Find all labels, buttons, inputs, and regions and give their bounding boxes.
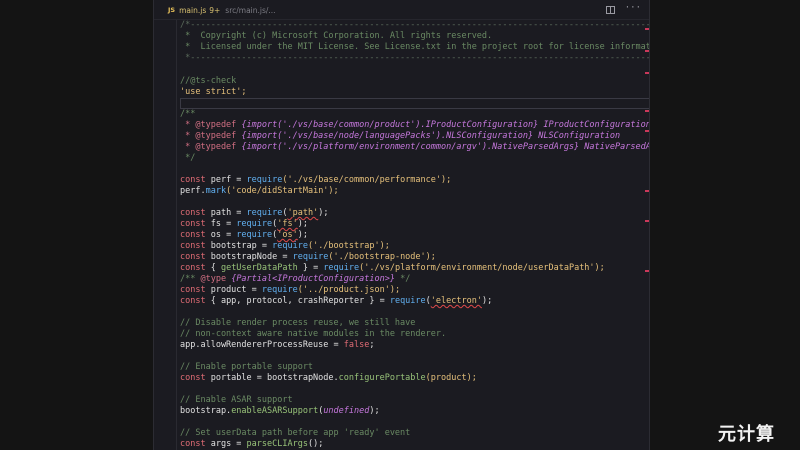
overview-ruler[interactable] bbox=[645, 20, 649, 450]
code-editor[interactable]: JS main.js 9+ src/main.js/... ··· /*----… bbox=[153, 0, 650, 450]
current-line-highlight bbox=[180, 98, 649, 109]
ruler-mark bbox=[645, 28, 649, 30]
code-line: const fs = require('fs'); bbox=[180, 219, 308, 229]
ruler-mark bbox=[645, 110, 649, 112]
ruler-mark bbox=[645, 220, 649, 222]
code-line: * @typedef {import('./vs/base/node/langu… bbox=[180, 131, 621, 141]
editor-actions: ··· bbox=[605, 3, 641, 14]
ruler-mark bbox=[645, 130, 649, 132]
code-line: const perf = require('./vs/base/common/p… bbox=[180, 175, 452, 185]
code-line: /** bbox=[180, 109, 196, 119]
tab-filename: main.js bbox=[179, 5, 207, 15]
split-editor-icon[interactable] bbox=[605, 6, 615, 14]
indent-guide bbox=[176, 20, 177, 450]
code-line: * Copyright (c) Microsoft Corporation. A… bbox=[180, 31, 493, 41]
tab-main-js[interactable]: JS main.js 9+ src/main.js/... bbox=[154, 0, 276, 20]
code-line: *---------------------------------------… bbox=[180, 53, 650, 63]
javascript-file-icon: JS bbox=[168, 6, 176, 14]
ellipsis-icon[interactable]: ··· bbox=[625, 3, 641, 14]
ruler-mark bbox=[645, 270, 649, 272]
ruler-mark bbox=[645, 50, 649, 52]
code-line: const args = parseCLIArgs(); bbox=[180, 439, 324, 449]
code-line: * @typedef {import('./vs/base/common/pro… bbox=[180, 120, 650, 130]
ruler-mark bbox=[645, 72, 649, 74]
code-line: const portable = bootstrapNode.configure… bbox=[180, 373, 477, 383]
editor-tab-bar: JS main.js 9+ src/main.js/... ··· bbox=[154, 0, 649, 20]
code-line: */ bbox=[180, 153, 196, 163]
code-line: const product = require('../product.json… bbox=[180, 285, 401, 295]
code-line: /*--------------------------------------… bbox=[180, 20, 650, 30]
code-line: //@ts-check bbox=[180, 76, 237, 86]
code-line: const { app, protocol, crashReporter } =… bbox=[180, 296, 493, 306]
code-line: /** @type {Partial<IProductConfiguration… bbox=[180, 274, 411, 284]
code-line: const { getUserDataPath } = require('./v… bbox=[180, 263, 605, 273]
code-line: * @typedef {import('./vs/platform/enviro… bbox=[180, 142, 649, 152]
code-line: * Licensed under the MIT License. See Li… bbox=[180, 42, 650, 52]
tab-path: src/main.js/... bbox=[225, 5, 276, 15]
code-line: // Disable render process reuse, we stil… bbox=[180, 318, 416, 328]
code-line: // Enable ASAR support bbox=[180, 395, 293, 405]
code-line: const bootstrapNode = require('./bootstr… bbox=[180, 252, 436, 262]
code-line: // non-context aware native modules in t… bbox=[180, 329, 447, 339]
code-line: bootstrap.enableASARSupport(undefined); bbox=[180, 406, 380, 416]
code-line: // Set userData path before app 'ready' … bbox=[180, 428, 411, 438]
code-line: // Enable portable support bbox=[180, 362, 314, 372]
code-line: const bootstrap = require('./bootstrap')… bbox=[180, 241, 390, 251]
code-line: const os = require('os'); bbox=[180, 230, 308, 240]
ruler-mark bbox=[645, 190, 649, 192]
problems-badge: 9+ bbox=[209, 5, 221, 15]
code-line: app.allowRendererProcessReuse = false; bbox=[180, 340, 375, 350]
code-line: 'use strict'; bbox=[180, 87, 247, 97]
code-line: perf.mark('code/didStartMain'); bbox=[180, 186, 339, 196]
code-line: const path = require('path'); bbox=[180, 208, 329, 218]
watermark: 元计算 bbox=[718, 424, 775, 445]
